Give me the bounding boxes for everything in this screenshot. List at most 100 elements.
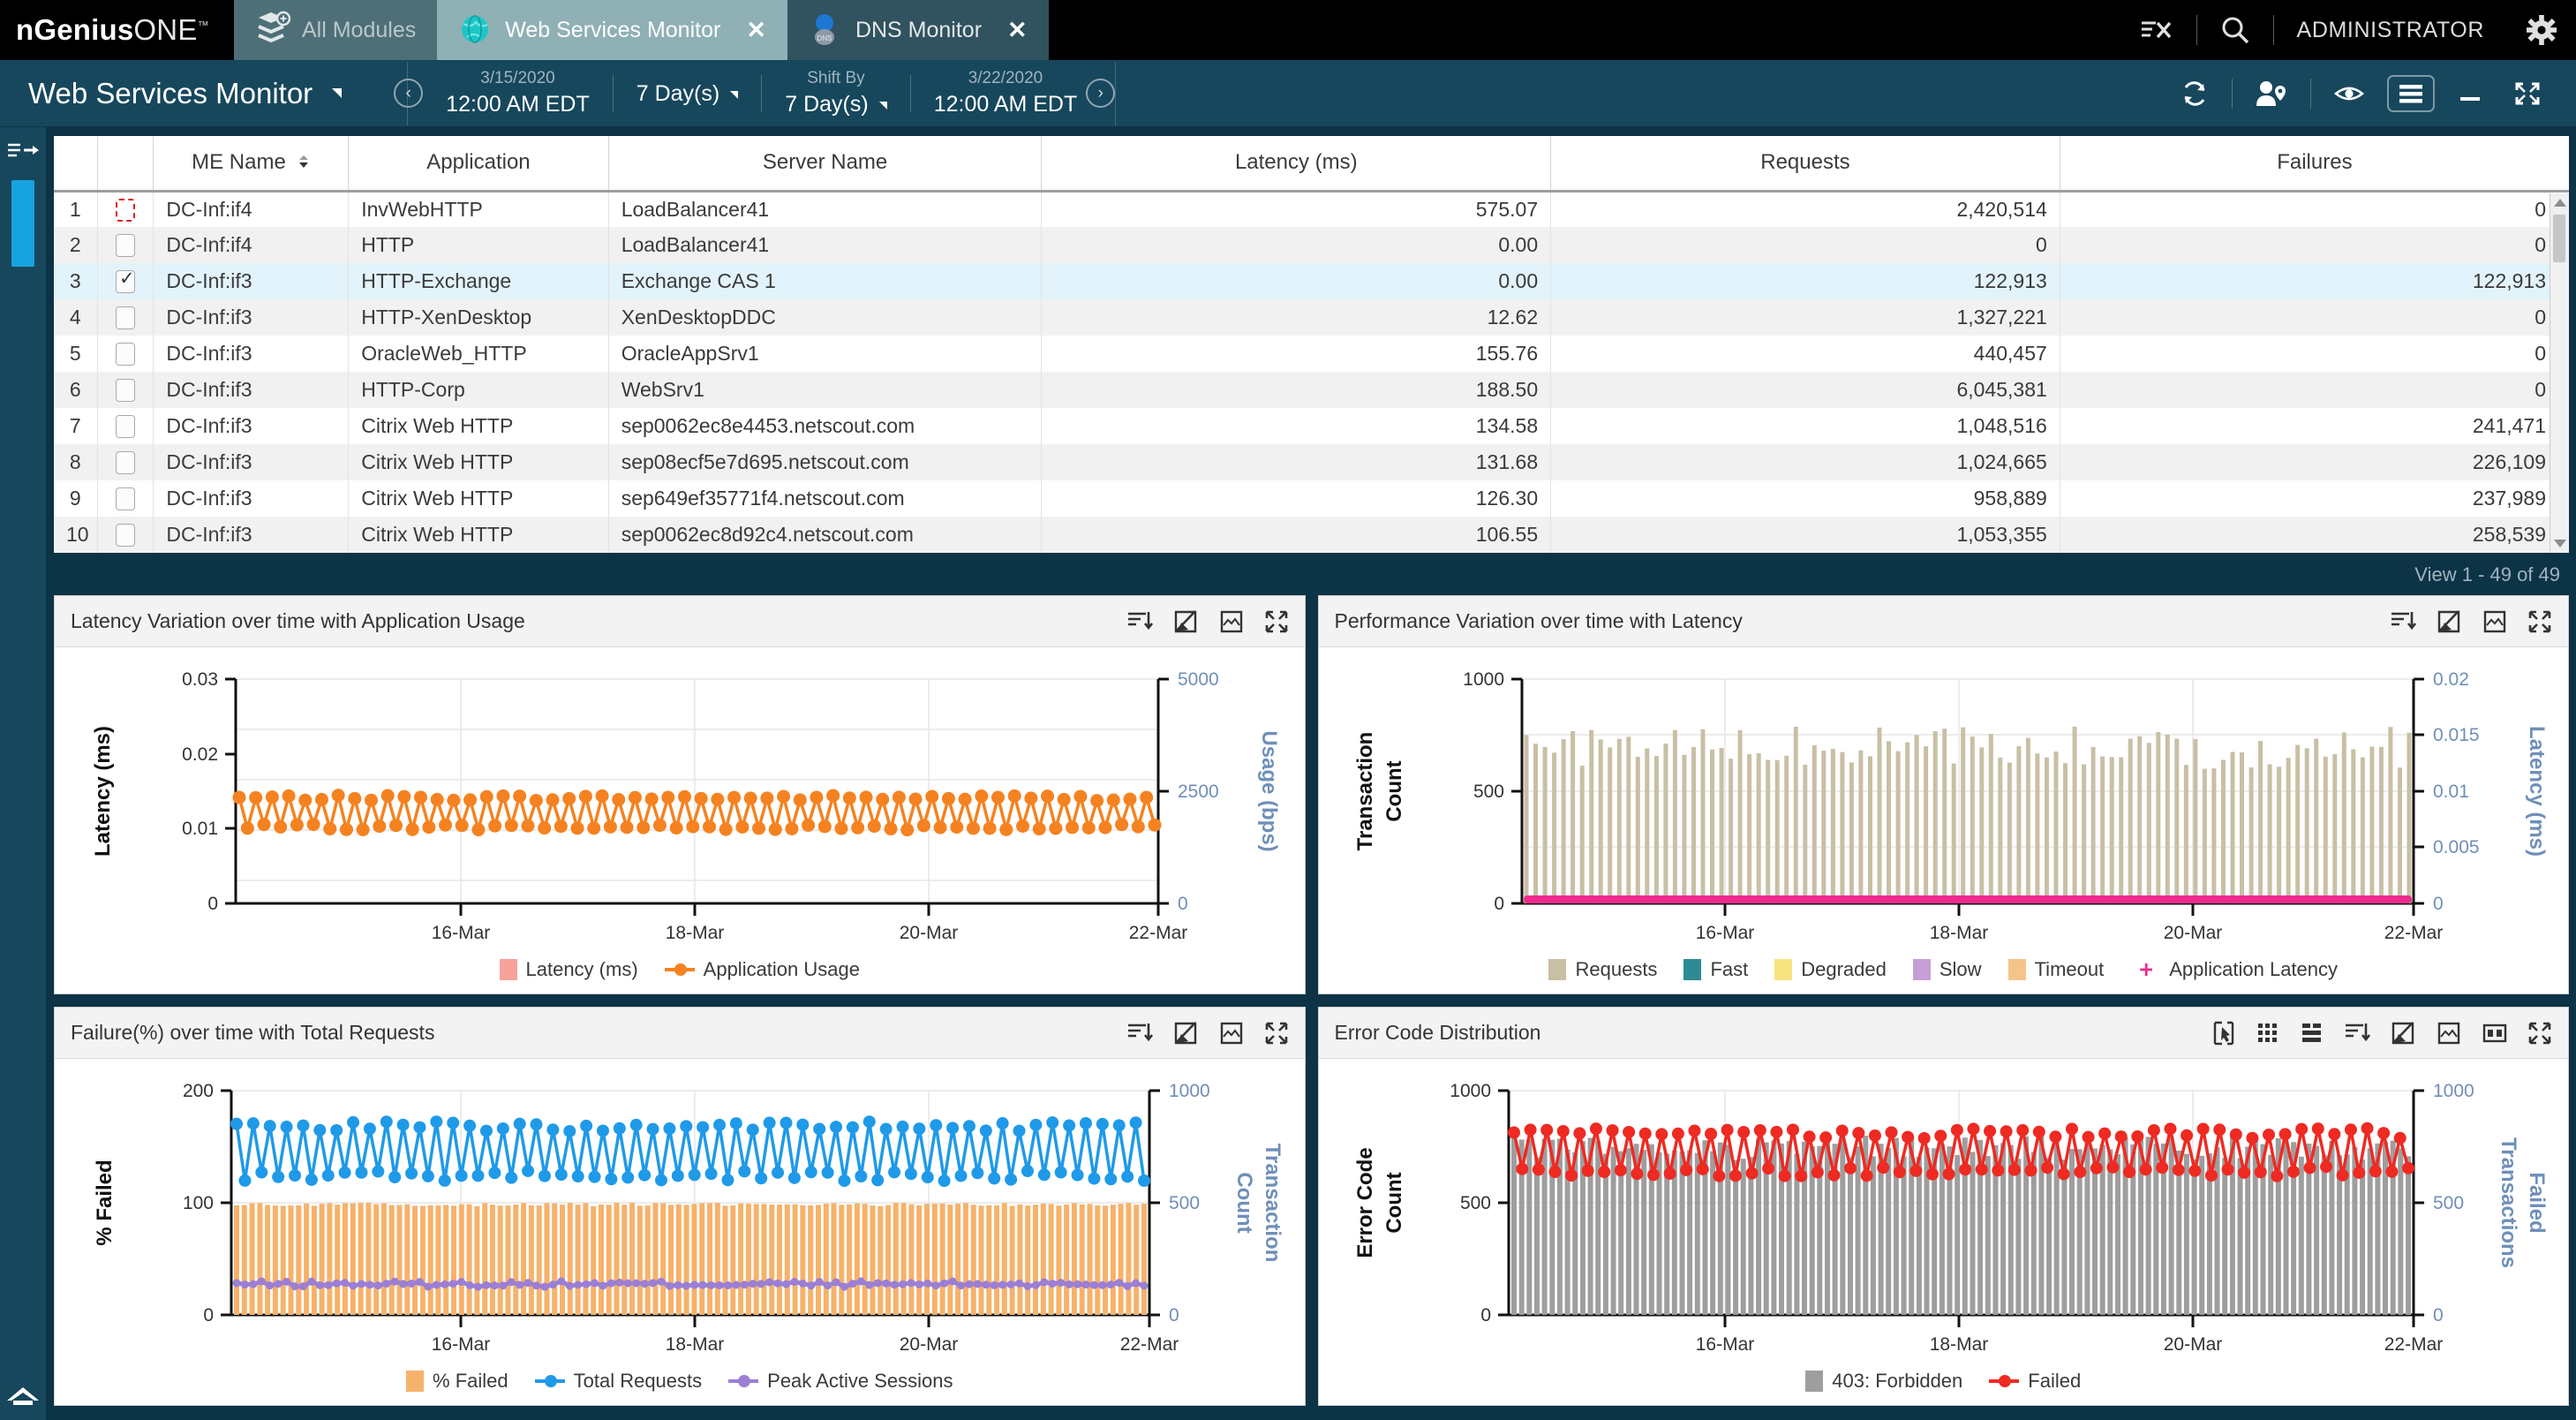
row-select-cell[interactable] — [97, 336, 154, 372]
row-checkbox[interactable] — [115, 451, 135, 475]
image-icon[interactable] — [2482, 610, 2508, 633]
row-select-cell[interactable] — [97, 227, 154, 263]
col-latency[interactable]: Latency (ms) — [1041, 136, 1552, 193]
search-icon[interactable] — [2197, 15, 2273, 45]
row-select-cell[interactable] — [97, 444, 154, 480]
minimize-icon[interactable] — [2442, 81, 2498, 106]
next-period-button[interactable]: › — [1086, 79, 1116, 108]
row-select-cell[interactable] — [97, 191, 154, 227]
legend-item[interactable]: Timeout — [2007, 958, 2104, 981]
chevron-down-icon[interactable] — [878, 101, 887, 110]
tab-dns-monitor[interactable]: DNS DNS Monitor ✕ — [787, 0, 1049, 60]
pencil-chart-icon[interactable] — [2390, 1020, 2416, 1046]
row-select-cell[interactable] — [97, 408, 154, 444]
legend-item[interactable]: Application Usage — [664, 958, 860, 981]
row-checkbox[interactable] — [115, 306, 135, 330]
chart-performance-variation[interactable]: 1000 500 0 16-Mar 18-Mar 20-Mar 22-Mar 0… — [1319, 647, 2555, 953]
image-icon[interactable] — [1218, 1022, 1245, 1045]
legend-item[interactable]: Requests — [1548, 958, 1657, 981]
legend-item[interactable]: Slow — [1912, 958, 1982, 981]
fullscreen-icon[interactable] — [2527, 609, 2552, 634]
table-row[interactable]: 5 DC-Inf:if3 OracleWeb_HTTP OracleAppSrv1 15… — [54, 336, 2569, 372]
close-icon[interactable]: ✕ — [1007, 17, 1028, 44]
col-failures[interactable]: Failures — [2060, 136, 2569, 193]
sort-icon[interactable] — [2390, 608, 2416, 635]
table-row[interactable]: 3 DC-Inf:if3HTTP-ExchangeExchange CAS 10.… — [54, 263, 2569, 299]
shift-by-select[interactable]: Shift By 7 Day(s) — [762, 68, 909, 117]
table-row[interactable]: 1 DC-Inf:if4 InvWebHTTP LoadBalancer41 575.0… — [54, 191, 2569, 227]
fullscreen-icon[interactable] — [2527, 1021, 2552, 1046]
image-icon[interactable] — [1218, 610, 1245, 633]
gear-icon[interactable] — [2504, 15, 2557, 45]
col-application[interactable]: Application — [348, 136, 609, 193]
tab-all-modules[interactable]: All Modules — [234, 0, 438, 60]
tab-web-services-monitor[interactable]: Web Services Monitor ✕ — [437, 0, 787, 60]
sort-icon[interactable] — [1126, 1020, 1153, 1046]
table-row[interactable]: 6 DC-Inf:if3 HTTP-Corp WebSrv1 188.50 6,045,3… — [54, 372, 2569, 408]
col-me-name[interactable]: ME Name — [153, 136, 350, 193]
list-icon[interactable] — [2300, 1021, 2324, 1046]
row-checkbox[interactable] — [115, 379, 135, 403]
home-button[interactable] — [0, 1383, 46, 1409]
row-select-cell[interactable] — [97, 372, 154, 408]
scroll-down-icon[interactable] — [2554, 540, 2566, 548]
row-select-cell[interactable] — [97, 263, 154, 299]
refresh-icon[interactable] — [2165, 79, 2225, 109]
rail-active-indicator[interactable] — [11, 180, 34, 267]
legend-item[interactable]: Latency (ms) — [499, 958, 638, 981]
legend-item[interactable]: Application Latency — [2130, 958, 2338, 981]
legend-item[interactable]: Peak Active Sessions — [728, 1370, 953, 1393]
row-select-cell[interactable] — [97, 299, 154, 336]
user-menu[interactable]: ADMINISTRATOR — [2274, 18, 2504, 43]
legend-item[interactable]: % Failed — [406, 1370, 508, 1393]
user-location-icon[interactable] — [2240, 79, 2303, 109]
menu-icon[interactable] — [2387, 74, 2435, 112]
col-requests[interactable]: Requests — [1550, 136, 2060, 193]
clear-filter-icon[interactable] — [2117, 16, 2196, 44]
legend-item[interactable]: Total Requests — [534, 1370, 702, 1393]
legend-item[interactable]: Failed — [1989, 1370, 2081, 1393]
row-checkbox[interactable] — [115, 199, 135, 223]
row-select-cell[interactable] — [97, 517, 154, 553]
legend-item[interactable]: 403: Forbidden — [1805, 1370, 1962, 1393]
chart-error-code-distribution[interactable]: 1000 500 0 16-Mar 18-Mar 20-Mar 22-Mar 1… — [1319, 1059, 2555, 1364]
table-row[interactable]: 7 DC-Inf:if3 Citrix Web HTTP sep0062ec8e445… — [54, 408, 2569, 444]
row-select-cell[interactable] — [97, 480, 154, 517]
chart-failure-percent[interactable]: 200 100 0 16-Mar 18-Mar 20-Mar 22-Mar 10… — [55, 1059, 1291, 1364]
compare-icon[interactable] — [2482, 1022, 2508, 1045]
duration-select[interactable]: 7 Day(s) — [614, 79, 761, 108]
chart-latency-variation[interactable]: 0.03 0.02 0.01 0 16-Mar 18-Mar 20-Mar 22… — [55, 647, 1291, 953]
chevron-down-icon[interactable] — [730, 90, 739, 99]
sort-icon[interactable] — [2344, 1020, 2370, 1046]
table-row[interactable]: 4 DC-Inf:if3 HTTP-XenDesktop XenDesktopDDC 1… — [54, 299, 2569, 336]
prev-period-button[interactable]: ‹ — [394, 79, 424, 108]
pencil-chart-icon[interactable] — [1172, 608, 1199, 635]
legend-item[interactable]: Fast — [1683, 958, 1748, 981]
row-checkbox[interactable] — [115, 487, 135, 511]
sort-icon[interactable] — [1126, 608, 1153, 635]
row-checkbox[interactable] — [115, 234, 135, 258]
range-start[interactable]: 3/15/2020 12:00 AM EDT — [423, 68, 613, 117]
rail-toggle-button[interactable] — [0, 127, 46, 175]
select-tool-icon[interactable] — [2211, 1020, 2236, 1046]
row-checkbox[interactable] — [115, 524, 135, 548]
range-end[interactable]: 3/22/2020 12:00 AM EDT — [911, 68, 1101, 117]
expand-icon[interactable] — [2498, 80, 2557, 107]
eye-icon[interactable] — [2318, 81, 2380, 106]
pencil-chart-icon[interactable] — [2436, 608, 2462, 635]
page-title-caret-icon[interactable] — [332, 88, 343, 98]
table-row[interactable]: 2 DC-Inf:if4 HTTP LoadBalancer41 0.00 0 0 — [54, 227, 2569, 263]
table-row[interactable]: 8 DC-Inf:if3 Citrix Web HTTP sep08ecf5e7d69… — [54, 444, 2569, 480]
row-checkbox[interactable] — [115, 343, 135, 366]
table-scrollbar[interactable] — [2550, 193, 2569, 553]
table-row[interactable]: 9 DC-Inf:if3 Citrix Web HTTP sep649ef35771f… — [54, 480, 2569, 517]
fullscreen-icon[interactable] — [1264, 609, 1289, 634]
close-icon[interactable]: ✕ — [746, 17, 766, 44]
table-row[interactable]: 10 DC-Inf:if3 Citrix Web HTTP sep0062ec8d92… — [54, 517, 2569, 553]
legend-item[interactable]: Degraded — [1774, 958, 1887, 981]
row-checkbox[interactable] — [115, 415, 135, 439]
fullscreen-icon[interactable] — [1264, 1021, 1289, 1046]
grid-icon[interactable] — [2256, 1021, 2280, 1046]
pencil-chart-icon[interactable] — [1172, 1020, 1199, 1046]
image-icon[interactable] — [2436, 1022, 2462, 1045]
